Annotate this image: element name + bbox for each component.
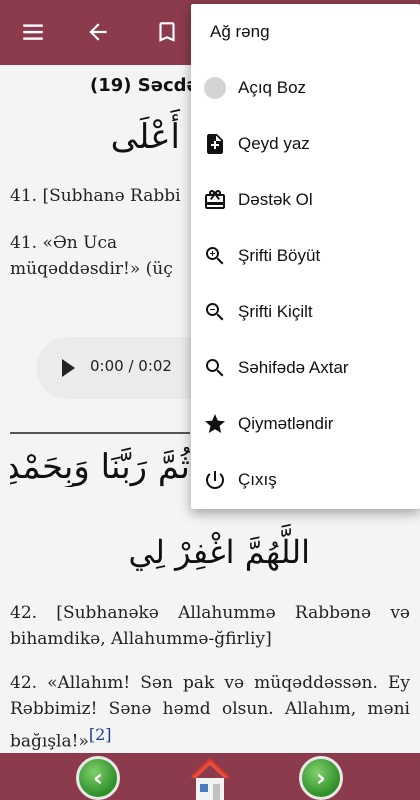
overflow-menu: Ağ rəng Açıq Boz Qeyd yaz Dəstək Ol Şrif… xyxy=(191,4,420,509)
audio-time: 0:00 / 0:02 xyxy=(90,357,172,375)
menu-item-label: Açıq Boz xyxy=(238,78,307,97)
menu-item-label: Səhifədə Axtar xyxy=(238,358,349,377)
home-icon[interactable] xyxy=(186,753,234,800)
menu-item-write-note[interactable]: Qeyd yaz xyxy=(191,116,420,172)
power-icon xyxy=(203,468,227,492)
translation-line: 41. «Ən Uca müqəddəsdir!» (üç xyxy=(10,233,173,279)
menu-item-label: Şrifti Kiçilt xyxy=(238,302,313,321)
menu-item-font-smaller[interactable]: Şrifti Kiçilt xyxy=(191,284,420,340)
menu-item-white-theme[interactable]: Ağ rəng xyxy=(191,4,420,60)
footnote-link[interactable]: [2] xyxy=(89,725,112,744)
arabic-text-2: ثُمَّ رَبَّنَا وَبِحَمْدِكَ xyxy=(10,447,190,487)
menu-icon[interactable] xyxy=(13,12,53,52)
star-icon xyxy=(203,412,227,436)
arabic-text: أَعْلَى xyxy=(110,117,180,157)
divider xyxy=(10,432,190,434)
play-icon[interactable] xyxy=(62,359,75,377)
search-icon xyxy=(203,356,227,380)
menu-item-label: Ağ rəng xyxy=(210,22,270,41)
next-arrow-glyph: › xyxy=(316,764,326,792)
menu-item-label: Çıxış xyxy=(238,470,277,489)
prev-arrow-glyph: ‹ xyxy=(93,764,103,792)
gray-circle-icon xyxy=(203,76,227,100)
note-add-icon xyxy=(203,132,227,156)
prev-arrow-icon[interactable]: ‹ xyxy=(76,756,120,800)
next-arrow-icon[interactable]: › xyxy=(299,756,343,800)
translation-text: 42. «Allahım! Sən pak və müqəddəssən. Ey… xyxy=(10,673,410,752)
zoom-in-icon xyxy=(203,244,227,268)
translation-paragraph: 42. «Allahım! Sən pak və müqəddəssən. Ey… xyxy=(10,670,410,753)
bookmark-icon[interactable] xyxy=(147,12,187,52)
menu-item-label: Qiymətləndir xyxy=(238,414,334,433)
bottom-nav-bar: ‹ › xyxy=(0,753,420,800)
menu-item-label: Şrifti Böyüt xyxy=(238,246,321,265)
transliteration-paragraph: 42. [Subhanəkə Allahummə Rabbənə və biha… xyxy=(10,603,410,649)
menu-item-search-page[interactable]: Səhifədə Axtar xyxy=(191,340,420,396)
arrow-back-icon[interactable] xyxy=(78,12,118,52)
gift-icon xyxy=(203,188,227,212)
menu-item-font-larger[interactable]: Şrifti Böyüt xyxy=(191,228,420,284)
menu-item-label: Dəstək Ol xyxy=(238,190,313,209)
menu-item-light-gray[interactable]: Açıq Boz xyxy=(191,60,420,116)
arabic-text-3: اللَّهُمَّ اغْفِرْ لِي xyxy=(128,533,310,571)
menu-item-support[interactable]: Dəstək Ol xyxy=(191,172,420,228)
menu-item-exit[interactable]: Çıxış xyxy=(191,452,420,508)
menu-item-label: Qeyd yaz xyxy=(238,134,310,153)
chapter-heading: (19) Səcdə xyxy=(90,75,199,96)
transliteration-line: 41. [Subhanə Rabbi xyxy=(10,186,181,206)
menu-item-rate[interactable]: Qiymətləndir xyxy=(191,396,420,452)
zoom-out-icon xyxy=(203,300,227,324)
